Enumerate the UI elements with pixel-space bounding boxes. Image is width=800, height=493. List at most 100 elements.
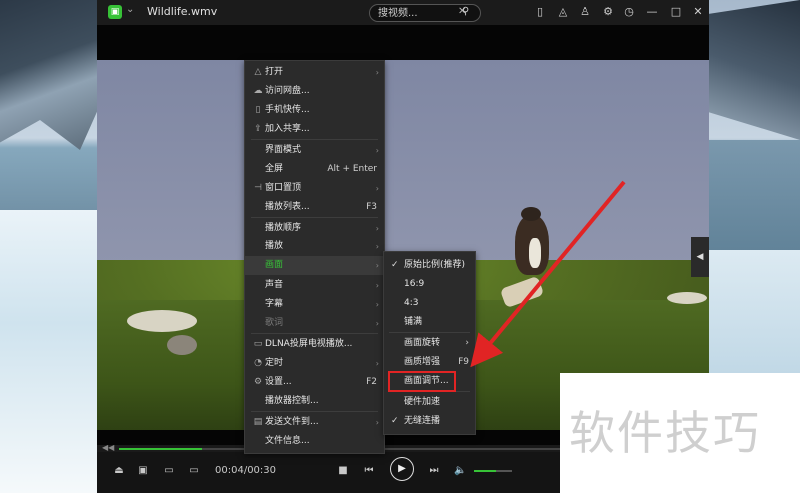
submenu-item-label: 硬件加速 [404,397,441,407]
scene-bird-belly [529,238,541,268]
check-icon: ✓ [391,416,399,426]
menu-item-label: 字幕 [265,299,284,309]
menu-separator [251,333,378,334]
chevron-right-icon: › [375,281,379,290]
scene-rock [667,292,707,304]
menu-item-label: 歌词 [265,318,284,328]
menu-item-label: 播放器控制... [265,396,319,406]
settings-icon[interactable]: ⚙ [600,4,616,20]
menu-item: 歌词 › [245,314,384,333]
submenu-item[interactable]: 16:9 [384,275,475,294]
menu-separator [251,139,378,140]
chevron-right-icon: › [375,418,379,427]
cast-icon: ▭ [253,339,263,349]
volume-icon[interactable]: 🔈 [454,463,466,479]
menu-item[interactable]: 文件信息... [245,432,384,451]
menu-item[interactable]: ▤ 发送文件到... › [245,413,384,432]
search-input[interactable] [378,5,450,21]
chevron-right-icon: › [375,68,379,77]
menu-item[interactable]: ▭ DLNA投屏电视播放... [245,335,384,354]
mobile-icon[interactable]: ▯ [532,4,548,20]
menu-item[interactable]: ⊣ 窗口置顶 › [245,179,384,198]
menu-item[interactable]: 声音 › [245,276,384,295]
menu-item[interactable]: 界面模式 › [245,141,384,160]
picture-submenu: ✓ 原始比例(推荐) 16:9 4:3 铺满 画面旋转 › 画质增强 F9 画面调节... 硬件加速… [383,251,476,435]
history-icon[interactable]: ◷ [621,4,637,20]
volume-fill [474,470,497,472]
menu-item[interactable]: ☁ 访问网盘... [245,82,384,101]
menu-item-label: 打开 [265,67,284,77]
close-icon[interactable]: ✕ [690,4,706,20]
notification-icon[interactable]: ◬ [555,4,571,20]
maximize-icon[interactable]: □ [668,4,684,20]
menu-item[interactable]: △ 打开 › [245,63,384,82]
stop-button[interactable]: ■ [337,463,349,479]
submenu-item-label: 4:3 [404,298,419,308]
menu-item-label: 访问网盘... [265,86,310,96]
menu-item-label: 画面 [265,260,284,270]
menu-item-shortcut: F3 [366,202,377,212]
submenu-item[interactable]: ✓ 无缝连播 [384,412,475,431]
menu-item[interactable]: 播放顺序 › [245,219,384,238]
minimize-icon[interactable]: — [644,4,660,20]
menu-item-label: 窗口置顶 [265,183,302,193]
water-right [708,140,800,260]
menu-item[interactable]: 播放列表... F3 [245,198,384,217]
timer-icon: ◔ [254,358,262,368]
menu-item-label: 文件信息... [265,436,310,446]
submenu-item-label: 原始比例(推荐) [404,260,466,270]
submenu-item-label: 16:9 [404,279,425,289]
menu-item[interactable]: ⚙ 设置... F2 [245,373,384,392]
menu-item-label: 加入共享... [265,124,310,134]
skin-icon[interactable]: ♙ [577,4,593,20]
submenu-item[interactable]: 4:3 [384,294,475,313]
submenu-item[interactable]: 画质增强 F9 [384,353,475,372]
highlight-box [388,371,456,392]
progress-fill [119,448,202,450]
submenu-item[interactable]: 画面旋转 › [384,334,475,353]
subtitle-icon[interactable]: ▭ [163,463,175,479]
menu-item[interactable]: 画面 › [245,256,384,275]
app-menu-chevron-icon[interactable]: ⌄ [126,4,134,15]
menu-separator [251,411,378,412]
submenu-item[interactable]: 硬件加速 [384,393,475,412]
search-icon: ⚲ [462,6,470,17]
next-button[interactable]: ⏭ [428,463,440,479]
menu-item[interactable]: 播放 › [245,237,384,256]
chevron-right-icon: › [375,300,379,309]
previous-button[interactable]: ⏮ [363,463,375,479]
menu-item-label: 播放 [265,241,284,251]
submenu-item-shortcut: F9 [458,357,469,367]
menu-item[interactable]: ◔ 定时 › [245,354,384,373]
chevron-right-icon: › [375,359,379,368]
menu-item-label: 手机快传... [265,105,310,115]
screenshot-icon[interactable]: ▭ [188,463,200,479]
rewind-icon[interactable]: ◀◀ [102,443,114,452]
menu-item[interactable]: ▯ 手机快传... [245,101,384,120]
folder-icon: △ [254,67,262,77]
side-panel-toggle-icon[interactable]: ◀ [691,237,709,277]
chevron-right-icon: › [375,319,379,328]
menu-item-shortcut: Alt + Enter [327,164,377,174]
menu-item[interactable]: 全屏 Alt + Enter [245,160,384,179]
eject-icon[interactable]: ⏏ [113,463,125,479]
menu-item[interactable]: 播放器控制... [245,392,384,411]
submenu-item[interactable]: ✓ 原始比例(推荐) [384,256,475,275]
send-icon: ▤ [253,417,263,427]
mountain-right [708,0,800,140]
scene-bird-head [521,207,541,221]
menu-item[interactable]: ⇪ 加入共享... [245,120,384,139]
context-menu: △ 打开 › ☁ 访问网盘... ▯ 手机快传... ⇪ 加入共享... 界面模式 › 全屏 Alt +… [244,60,385,454]
menu-item-label: 定时 [265,358,284,368]
menu-item[interactable]: 字幕 › [245,295,384,314]
check-icon: ✓ [391,260,399,270]
play-button[interactable]: ▶ [390,457,414,481]
chevron-right-icon: › [465,338,469,348]
playlist-icon[interactable]: ▣ [137,463,149,479]
submenu-item[interactable]: 铺满 [384,313,475,332]
ice-left [0,210,100,493]
search-button[interactable]: ⚲ [456,4,478,20]
app-logo-icon[interactable]: ▣ [108,5,122,19]
submenu-item-label: 画质增强 [404,357,441,367]
phone-icon: ▯ [255,105,261,115]
